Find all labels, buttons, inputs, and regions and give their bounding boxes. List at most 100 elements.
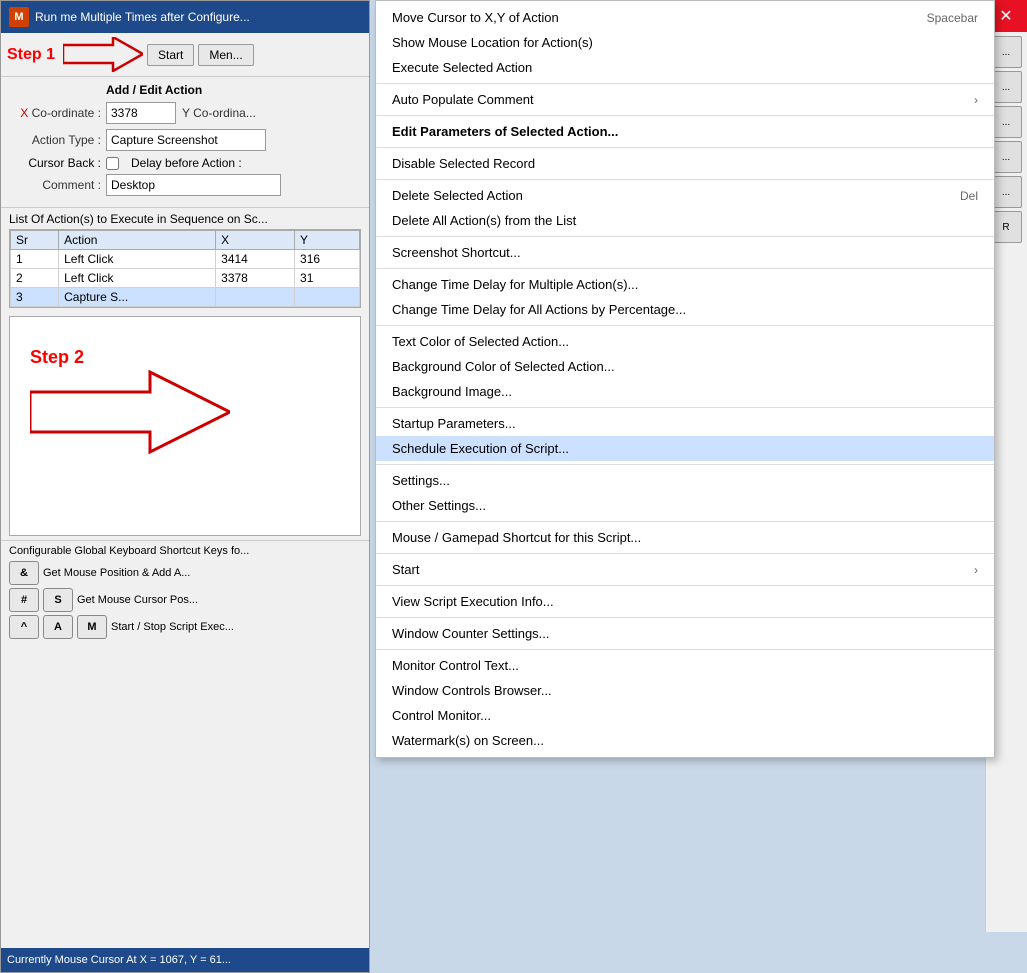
menu-item-move-cursor[interactable]: Move Cursor to X,Y of Action Spacebar: [376, 5, 994, 30]
menu-item-show-mouse[interactable]: Show Mouse Location for Action(s): [376, 30, 994, 55]
menu-item-watermark[interactable]: Watermark(s) on Screen...: [376, 728, 994, 753]
menu-item-window-controls-browser-label: Window Controls Browser...: [392, 683, 552, 698]
separator-7: [376, 325, 994, 326]
menu-item-other-settings-label: Other Settings...: [392, 498, 486, 513]
action-type-label: Action Type :: [11, 133, 101, 147]
separator-3: [376, 147, 994, 148]
status-bar: Currently Mouse Cursor At X = 1067, Y = …: [1, 948, 370, 972]
menu-item-delete-all[interactable]: Delete All Action(s) from the List: [376, 208, 994, 233]
menu-item-text-color-label: Text Color of Selected Action...: [392, 334, 569, 349]
action-table-container: Sr Action X Y 1 Left Click 3414 316 2: [9, 229, 361, 308]
menu-item-auto-populate[interactable]: Auto Populate Comment ›: [376, 87, 994, 112]
menu-item-auto-populate-label: Auto Populate Comment: [392, 92, 534, 107]
menu-item-edit-params[interactable]: Edit Parameters of Selected Action...: [376, 119, 994, 144]
submenu-arrow-auto-populate: ›: [974, 93, 978, 107]
menu-item-other-settings[interactable]: Other Settings...: [376, 493, 994, 518]
menu-item-screenshot-shortcut[interactable]: Screenshot Shortcut...: [376, 240, 994, 265]
table-row[interactable]: 1 Left Click 3414 316: [11, 250, 360, 269]
main-window: M Run me Multiple Times after Configure.…: [0, 0, 370, 973]
action-table: Sr Action X Y 1 Left Click 3414 316 2: [10, 230, 360, 307]
menu-item-window-counter[interactable]: Window Counter Settings...: [376, 621, 994, 646]
context-menu: Move Cursor to X,Y of Action Spacebar Sh…: [375, 0, 995, 758]
menu-item-monitor-control-text[interactable]: Monitor Control Text...: [376, 653, 994, 678]
close-icon: ✕: [999, 6, 1012, 26]
cell-action: Left Click: [59, 250, 216, 269]
cell-x: 3378: [216, 269, 295, 288]
comment-input[interactable]: [106, 174, 281, 196]
cursor-back-checkbox[interactable]: [106, 157, 119, 170]
step2-area: Step 2: [9, 316, 361, 536]
kbd-row3-text: Start / Stop Script Exec...: [111, 621, 234, 633]
cell-x: [216, 288, 295, 307]
separator-8: [376, 407, 994, 408]
cell-action: Left Click: [59, 269, 216, 288]
menu-item-move-cursor-label: Move Cursor to X,Y of Action: [392, 10, 559, 25]
menu-item-text-color[interactable]: Text Color of Selected Action...: [376, 329, 994, 354]
menu-item-execute[interactable]: Execute Selected Action: [376, 55, 994, 80]
menu-item-bg-image[interactable]: Background Image...: [376, 379, 994, 404]
menu-button[interactable]: Men...: [198, 44, 253, 66]
kbd-row2-text: Get Mouse Cursor Pos...: [77, 594, 198, 606]
window-title: Run me Multiple Times after Configure...: [35, 10, 361, 24]
title-bar: M Run me Multiple Times after Configure.…: [1, 1, 369, 33]
menu-item-start-label: Start: [392, 562, 419, 577]
section-title: Add / Edit Action: [106, 83, 202, 97]
separator-13: [376, 617, 994, 618]
separator-10: [376, 521, 994, 522]
menu-item-settings-label: Settings...: [392, 473, 450, 488]
menu-item-monitor-control-text-label: Monitor Control Text...: [392, 658, 519, 673]
start-button[interactable]: Start: [147, 44, 194, 66]
menu-item-delete-all-label: Delete All Action(s) from the List: [392, 213, 576, 228]
separator-1: [376, 83, 994, 84]
table-row[interactable]: 2 Left Click 3378 31: [11, 269, 360, 288]
action-type-input[interactable]: [106, 129, 266, 151]
comment-label: Comment :: [11, 178, 101, 192]
menu-item-start[interactable]: Start ›: [376, 557, 994, 582]
kbd-ampersand: &: [9, 561, 39, 585]
menu-item-change-time-delay-pct[interactable]: Change Time Delay for All Actions by Per…: [376, 297, 994, 322]
menu-item-watermark-label: Watermark(s) on Screen...: [392, 733, 544, 748]
kbd-row-3: ^ A M Start / Stop Script Exec...: [9, 615, 361, 639]
menu-item-settings[interactable]: Settings...: [376, 468, 994, 493]
cursor-back-label: Cursor Back :: [11, 156, 101, 170]
coord-row: X Co-ordinate : Y Co-ordina...: [11, 102, 359, 124]
step2-label: Step 2: [30, 347, 84, 368]
step2-arrow: [30, 367, 230, 457]
cell-action: Capture S...: [59, 288, 216, 307]
kbd-ctrl: ^: [9, 615, 39, 639]
action-type-row: Action Type :: [11, 129, 359, 151]
menu-item-bg-color[interactable]: Background Color of Selected Action...: [376, 354, 994, 379]
table-row[interactable]: 3 Capture S...: [11, 288, 360, 307]
cursor-back-row: Cursor Back : Delay before Action :: [11, 156, 359, 170]
separator-2: [376, 115, 994, 116]
kbd-s: S: [43, 588, 73, 612]
menu-item-change-time-delay[interactable]: Change Time Delay for Multiple Action(s)…: [376, 272, 994, 297]
action-list-section: List Of Action(s) to Execute in Sequence…: [1, 208, 369, 312]
menu-item-bg-image-label: Background Image...: [392, 384, 512, 399]
menu-item-window-counter-label: Window Counter Settings...: [392, 626, 550, 641]
menu-item-window-controls-browser[interactable]: Window Controls Browser...: [376, 678, 994, 703]
menu-item-disable[interactable]: Disable Selected Record: [376, 151, 994, 176]
menu-item-edit-params-label: Edit Parameters of Selected Action...: [392, 124, 618, 139]
menu-item-view-script-info-label: View Script Execution Info...: [392, 594, 554, 609]
menu-item-view-script-info[interactable]: View Script Execution Info...: [376, 589, 994, 614]
delay-label: Delay before Action :: [131, 156, 242, 170]
menu-item-mouse-gamepad[interactable]: Mouse / Gamepad Shortcut for this Script…: [376, 525, 994, 550]
cell-y: 31: [295, 269, 360, 288]
kbd-a: A: [43, 615, 73, 639]
kbd-hash: #: [9, 588, 39, 612]
menu-item-delete-action[interactable]: Delete Selected Action Del: [376, 183, 994, 208]
status-text: Currently Mouse Cursor At X = 1067, Y = …: [7, 954, 231, 966]
col-action: Action: [59, 231, 216, 250]
comment-row: Comment :: [11, 174, 359, 196]
y-coord-label: Y Co-ordina...: [182, 106, 256, 120]
separator-12: [376, 585, 994, 586]
menu-item-startup-params-label: Startup Parameters...: [392, 416, 516, 431]
x-coord-input[interactable]: [106, 102, 176, 124]
kbd-row1-text: Get Mouse Position & Add A...: [43, 567, 190, 579]
menu-item-schedule[interactable]: Schedule Execution of Script...: [376, 436, 994, 461]
menu-item-control-monitor[interactable]: Control Monitor...: [376, 703, 994, 728]
col-y: Y: [295, 231, 360, 250]
menu-item-startup-params[interactable]: Startup Parameters...: [376, 411, 994, 436]
col-x: X: [216, 231, 295, 250]
